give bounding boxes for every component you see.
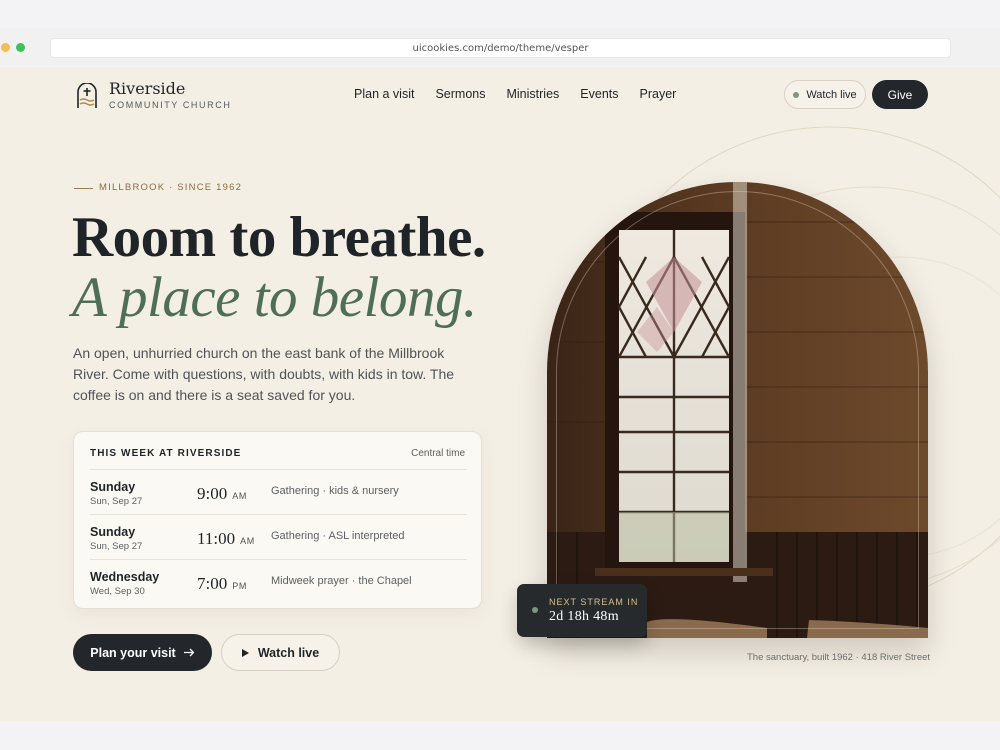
next-stream-badge[interactable]: NEXT STREAM IN 2d 18h 48m	[517, 584, 647, 637]
schedule-date: Wed, Sep 30	[90, 586, 145, 597]
main-nav: Plan a visit Sermons Ministries Events P…	[354, 87, 676, 101]
hero-eyebrow: MILLBROOK · SINCE 1962	[99, 182, 243, 193]
schedule-description: Gathering · kids & nursery	[271, 485, 399, 497]
schedule-time: 9:00 AM	[197, 484, 247, 504]
image-caption: The sanctuary, built 1962 · 418 River St…	[747, 652, 931, 663]
schedule-ampm: AM	[240, 536, 255, 546]
play-icon	[241, 646, 249, 660]
schedule-time: 11:00 AM	[197, 529, 255, 549]
schedule-date: Sun, Sep 27	[90, 496, 143, 507]
address-bar[interactable]: uicookies.com/demo/theme/vesper	[50, 38, 951, 58]
schedule-date: Sun, Sep 27	[90, 541, 143, 552]
sanctuary-image	[547, 182, 928, 638]
window-zoom-button[interactable]	[16, 43, 25, 52]
schedule-row[interactable]: Sunday Sun, Sep 27 11:00 AM Gathering · A…	[90, 514, 467, 559]
give-button[interactable]: Give	[872, 80, 928, 109]
schedule-time-value: 7:00	[197, 574, 228, 593]
schedule-timezone: Central time	[411, 448, 465, 459]
plan-visit-button[interactable]: Plan your visit	[73, 634, 212, 671]
live-indicator-icon	[793, 91, 800, 98]
eyebrow-rule	[74, 188, 93, 189]
hero-lede: An open, unhurried church on the east ba…	[73, 345, 455, 403]
schedule-ampm: AM	[232, 491, 247, 501]
watch-live-label: Watch live	[257, 645, 320, 660]
schedule-time-value: 11:00	[197, 529, 236, 548]
schedule-time-value: 9:00	[197, 484, 228, 503]
hero-headline-emphasis: A place to belong.	[72, 266, 477, 329]
schedule-title: THIS WEEK AT RIVERSIDE	[90, 448, 242, 459]
schedule-day: Sunday	[90, 480, 136, 494]
weekly-schedule-card: THIS WEEK AT RIVERSIDE Central time Sund…	[73, 431, 482, 609]
hero-headline: Room to breathe.	[72, 206, 486, 269]
brand-subtitle: COMMUNITY CHURCH	[109, 100, 232, 110]
stream-countdown: 2d 18h 48m	[549, 609, 619, 624]
brand-name[interactable]: Riverside	[109, 79, 185, 98]
schedule-description: Midweek prayer · the Chapel	[271, 575, 412, 587]
nav-item-plan-a-visit[interactable]: Plan a visit	[354, 87, 414, 101]
schedule-time: 7:00 PM	[197, 574, 247, 594]
header-watch-live-label: Watch live	[806, 88, 857, 101]
church-logo-icon[interactable]	[76, 82, 98, 109]
plan-visit-label: Plan your visit	[90, 645, 176, 660]
schedule-row[interactable]: Wednesday Wed, Sep 30 7:00 PM Midweek pra…	[90, 559, 467, 604]
schedule-day: Sunday	[90, 525, 136, 539]
page-footer-gutter	[0, 721, 1000, 750]
window-minimize-button[interactable]	[1, 43, 10, 52]
nav-item-prayer[interactable]: Prayer	[640, 87, 677, 101]
arrow-right-icon	[183, 646, 195, 660]
nav-item-ministries[interactable]: Ministries	[506, 87, 559, 101]
header-watch-live-button[interactable]: Watch live	[784, 80, 866, 109]
schedule-day: Wednesday	[90, 570, 160, 584]
nav-item-events[interactable]: Events	[580, 87, 618, 101]
schedule-ampm: PM	[232, 581, 247, 591]
page: Riverside COMMUNITY CHURCH Plan a visit …	[0, 67, 1000, 721]
stream-label: NEXT STREAM IN	[549, 597, 639, 607]
schedule-row[interactable]: Sunday Sun, Sep 27 9:00 AM Gathering · ki…	[90, 469, 467, 514]
watch-live-button[interactable]: Watch live	[221, 634, 340, 671]
nav-item-sermons[interactable]: Sermons	[435, 87, 485, 101]
live-indicator-icon	[532, 607, 538, 613]
schedule-description: Gathering · ASL interpreted	[271, 530, 405, 542]
